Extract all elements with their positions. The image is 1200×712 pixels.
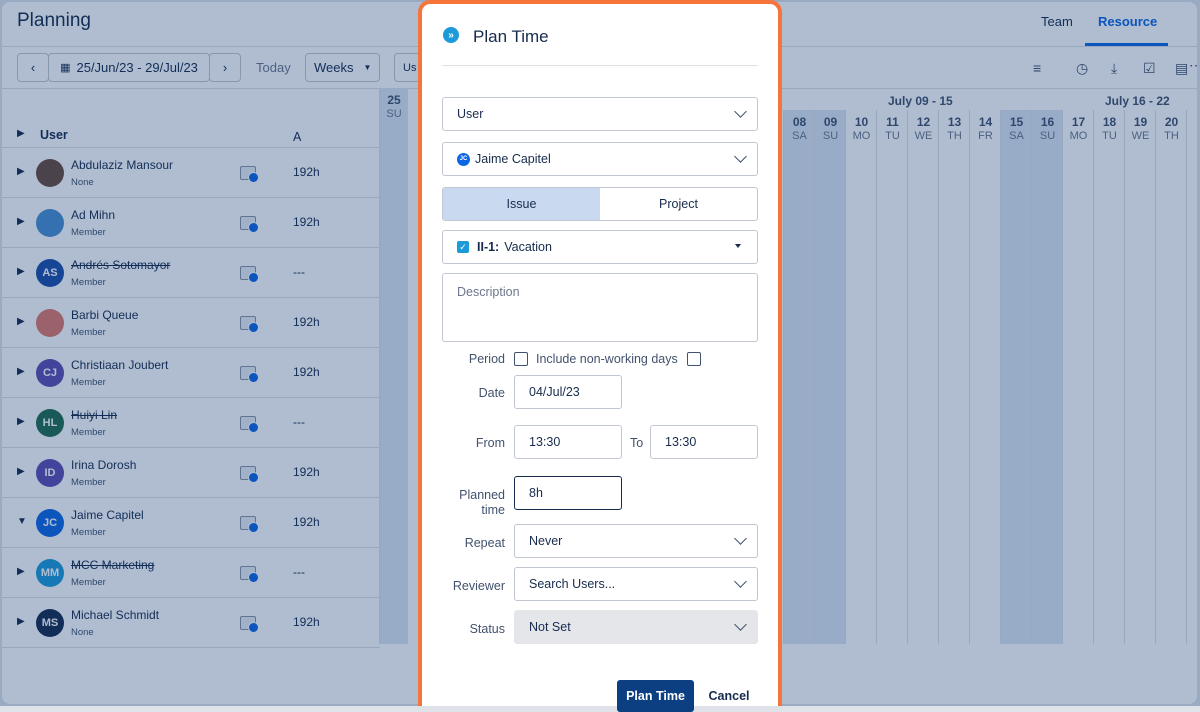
double-chevron-icon[interactable]: » — [443, 27, 459, 43]
assignee-type-value: User — [457, 107, 484, 121]
plan-time-button[interactable]: Plan Time — [617, 680, 694, 712]
reviewer-select[interactable]: Search Users... — [514, 567, 758, 601]
status-label: Status — [469, 622, 505, 636]
issue-key: II-1: — [477, 240, 500, 254]
status-select[interactable]: Not Set — [514, 610, 758, 644]
repeat-value: Never — [529, 534, 563, 548]
plan-time-dialog: » Plan Time User JC Jaime Capitel Issue P… — [418, 0, 782, 712]
chevron-down-icon — [734, 532, 747, 545]
checkbox-icon: ✓ — [457, 241, 469, 253]
from-time-field[interactable]: 13:30 — [514, 425, 622, 459]
avatar: JC — [457, 152, 470, 166]
period-label: Period — [468, 352, 505, 366]
cancel-button[interactable]: Cancel — [704, 680, 754, 712]
date-label: Date — [478, 386, 505, 400]
description-textarea[interactable]: Description — [442, 273, 758, 342]
chevron-down-icon — [734, 618, 747, 631]
assignee-type-select[interactable]: User — [442, 97, 758, 131]
chevron-down-icon — [734, 575, 747, 588]
planned-time-field[interactable]: 8h — [514, 476, 622, 510]
user-select[interactable]: JC Jaime Capitel — [442, 142, 758, 176]
tab-issue[interactable]: Issue — [443, 188, 600, 220]
reviewer-placeholder: Search Users... — [529, 577, 616, 591]
divider — [442, 65, 758, 66]
repeat-label: Repeat — [464, 536, 505, 550]
nonworking-checkbox[interactable] — [687, 352, 701, 366]
to-label: To — [630, 436, 644, 450]
user-select-value: Jaime Capitel — [475, 152, 551, 166]
to-time-field[interactable]: 13:30 — [650, 425, 758, 459]
period-checkbox[interactable] — [514, 352, 528, 366]
issue-select[interactable]: ✓ II-1: Vacation — [442, 230, 758, 264]
issue-project-toggle: Issue Project — [442, 187, 758, 221]
tab-project[interactable]: Project — [600, 188, 757, 220]
date-field[interactable]: 04/Jul/23 — [514, 375, 622, 409]
nonworking-label: Include non-working days — [536, 352, 678, 366]
chevron-down-icon — [734, 150, 747, 163]
chevron-down-icon — [734, 105, 747, 118]
planned-label: Planned — [459, 488, 505, 502]
planned-label-line2: time — [481, 503, 505, 517]
repeat-select[interactable]: Never — [514, 524, 758, 558]
reviewer-label: Reviewer — [452, 579, 505, 593]
issue-name: Vacation — [504, 240, 552, 254]
from-label: From — [475, 436, 505, 450]
status-value: Not Set — [529, 620, 571, 634]
caret-down-icon — [735, 244, 741, 248]
dialog-title: Plan Time — [473, 27, 549, 46]
